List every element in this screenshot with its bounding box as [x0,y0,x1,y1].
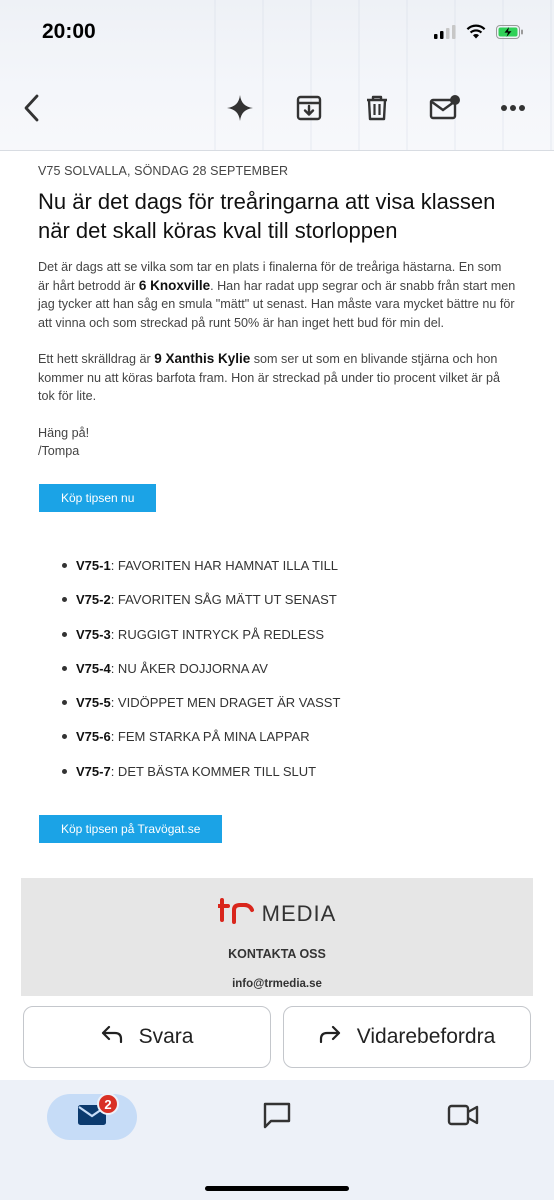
list-item: V75-4: NU ÅKER DOJJORNA AV [62,660,522,694]
contact-heading: KONTAKTA OSS [228,947,326,961]
back-arrow-icon[interactable] [14,90,50,126]
list-item: V75-3: RUGGIGT INTRYCK PÅ REDLESS [62,626,522,660]
mark-unread-icon[interactable] [427,90,463,126]
race-code: V75-3 [76,626,111,642]
archive-icon[interactable] [291,90,327,126]
paragraph-1: Det är dags att se vilka som tar en plat… [38,258,516,332]
buy-tips-travogat-button[interactable]: Köp tipsen på Travögat.se [39,815,223,843]
video-icon [447,1104,479,1131]
top-header: 20:00 [0,0,554,150]
reply-button[interactable]: Svara [23,1006,271,1068]
reply-icon [101,1025,123,1049]
unread-badge: 2 [97,1093,119,1115]
race-code: V75-4 [76,660,111,676]
race-code: V75-6 [76,729,111,745]
paragraph-2: Ett hett skrälldrag är 9 Xanthis Kylie s… [38,350,516,406]
nav-meet[interactable] [440,1094,486,1140]
email-body: V75 SOLVALLA, SÖNDAG 28 SEPTEMBER Nu är … [38,164,516,461]
home-indicator [205,1186,349,1191]
signature: Häng på! /Tompa [38,424,516,461]
forward-icon [319,1025,341,1049]
wifi-icon [466,24,486,44]
chat-icon [262,1101,292,1134]
list-item: V75-6: FEM STARKA PÅ MINA LAPPAR [62,728,522,762]
race-code: V75-1 [76,558,111,573]
nav-chat[interactable] [254,1094,300,1140]
trmedia-logo-text: MEDIA [261,900,337,926]
horse-name-knoxville: 6 Knoxville [138,277,211,293]
horse-name-xanthis-kylie: 9 Xanthis Kylie [154,351,251,366]
trash-icon[interactable] [359,90,395,126]
status-icons [434,24,524,44]
email-toolbar [0,84,554,132]
contact-email-link[interactable]: info@trmedia.se [21,978,533,990]
race-code: V75-5 [76,695,111,711]
list-item: V75-1: FAVORITEN HAR HAMNAT ILLA TILL [62,557,522,591]
trmedia-logo: MEDIA [21,898,533,929]
race-code: V75-7 [76,763,111,779]
status-time: 20:00 [42,20,96,43]
email-footer: MEDIA KONTAKTA OSS info@trmedia.se [21,878,533,996]
forward-button[interactable]: Vidarebefordra [283,1006,531,1068]
list-item: V75-2: FAVORITEN SÅG MÄTT UT SENAST [62,591,522,625]
email-headline: Nu är det dags för treåringarna att visa… [38,189,496,243]
sparkle-icon[interactable] [222,90,258,126]
race-text: : VIDÖPPET MEN DRAGET ÄR VASST [110,695,341,711]
race-text: : DET BÄSTA KOMMER TILL SLUT [110,763,317,779]
race-text: : RUGGIGT INTRYCK PÅ REDLESS [110,626,325,642]
buy-tips-button[interactable]: Köp tipsen nu [39,484,157,512]
race-code: V75-2 [76,592,111,608]
bottom-navigation: 2 [0,1080,554,1200]
battery-charging-icon [496,24,524,44]
signature-line-2: /Tompa [38,444,80,458]
race-text: : FAVORITEN HAR HAMNAT ILLA TILL [110,558,339,573]
signature-line-1: Häng på! [38,425,90,440]
race-list: V75-1: FAVORITEN HAR HAMNAT ILLA TILL V7… [62,557,522,797]
forward-label: Vidarebefordra [356,1025,496,1048]
header-divider [0,150,554,151]
list-item: V75-7: DET BÄSTA KOMMER TILL SLUT [62,763,522,797]
more-icon[interactable] [495,90,531,126]
reply-actions: Svara Vidarebefordra [0,996,554,1080]
email-kicker: V75 SOLVALLA, SÖNDAG 28 SEPTEMBER [38,164,289,178]
reply-label: Svara [138,1025,194,1048]
trmedia-logo-mark [215,898,256,929]
nav-mail[interactable]: 2 [47,1093,137,1140]
list-item: V75-5: VIDÖPPET MEN DRAGET ÄR VASST [62,694,522,728]
signal-icon [434,24,456,44]
paragraph-2-start: Ett hett skrälldrag är [38,352,155,366]
race-text: : NU ÅKER DOJJORNA AV [110,660,268,676]
race-text: : FEM STARKA PÅ MINA LAPPAR [110,729,310,745]
race-text: : FAVORITEN SÅG MÄTT UT SENAST [110,592,337,608]
